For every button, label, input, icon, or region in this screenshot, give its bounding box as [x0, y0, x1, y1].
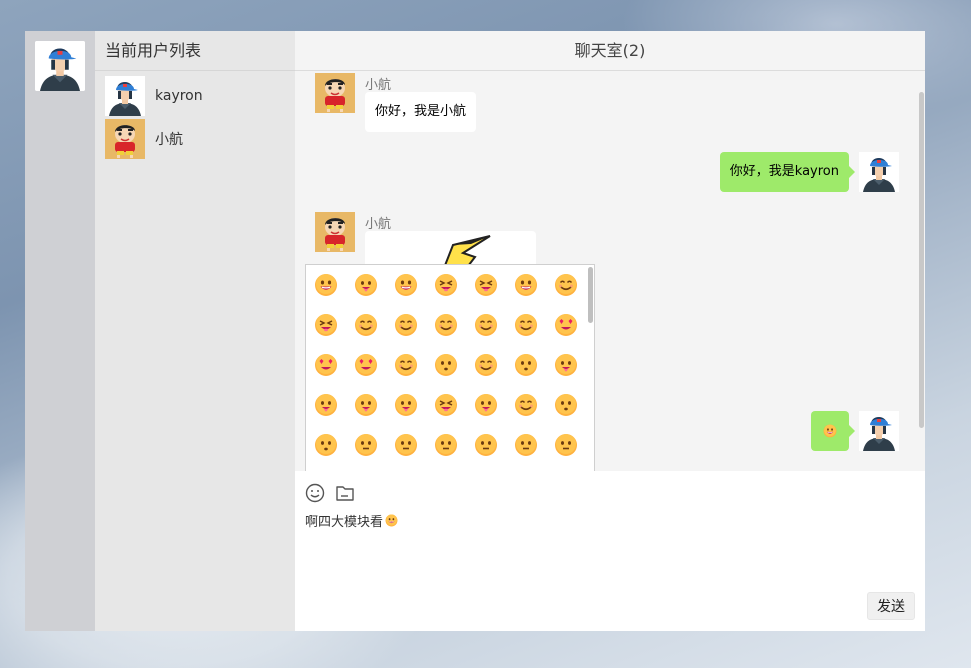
- crayon-shin-chan-avatar-icon: [315, 73, 355, 113]
- message-avatar[interactable]: [315, 212, 355, 252]
- winking-tongue-emoji-icon[interactable]: [354, 393, 378, 417]
- user-blue-cap-avatar-icon: [859, 152, 899, 192]
- crayon-shin-chan-avatar-icon: [105, 119, 145, 159]
- blowing-kiss-emoji-icon[interactable]: [394, 353, 418, 377]
- no-mouth-emoji-icon[interactable]: [554, 433, 578, 457]
- message-bubble: [811, 411, 855, 451]
- slightly-smiling-emoji-icon[interactable]: [354, 313, 378, 337]
- beaming-face-emoji-icon[interactable]: [434, 273, 458, 297]
- hearts-face-emoji-icon[interactable]: [554, 313, 578, 337]
- rolling-laughing-emoji-icon[interactable]: [554, 273, 578, 297]
- zany-face-emoji-icon[interactable]: [394, 393, 418, 417]
- star-struck-emoji-icon[interactable]: [354, 353, 378, 377]
- emoji-picker[interactable]: [305, 264, 595, 474]
- upside-down-face-emoji-icon[interactable]: [394, 313, 418, 337]
- message-sender: 小航: [365, 217, 392, 232]
- current-user-avatar[interactable]: [35, 41, 85, 91]
- user-name: 小航: [155, 132, 183, 148]
- user-avatar: [105, 76, 145, 116]
- smiling-eyes-emoji-icon[interactable]: [474, 313, 498, 337]
- chat-panel: 聊天室(2) 小航 你好，我是小航 你好，我是kayron 小航 啊四大模块看 …: [295, 31, 925, 631]
- message-avatar[interactable]: [859, 411, 899, 451]
- money-mouth-emoji-icon[interactable]: [474, 393, 498, 417]
- savoring-food-emoji-icon[interactable]: [554, 353, 578, 377]
- hugging-face-emoji-icon[interactable]: [514, 393, 538, 417]
- send-button[interactable]: 发送: [867, 592, 915, 620]
- message-bubble: 你好，我是kayron: [719, 152, 856, 192]
- user-list-panel: 当前用户列表 kayron 小航: [95, 31, 295, 631]
- halo-face-emoji-icon[interactable]: [514, 313, 538, 337]
- hand-over-mouth-emoji-icon[interactable]: [554, 393, 578, 417]
- message-avatar[interactable]: [315, 73, 355, 113]
- grinning-big-eyes-emoji-icon[interactable]: [354, 273, 378, 297]
- kissing-face-emoji-icon[interactable]: [434, 353, 458, 377]
- chat-app-window: 当前用户列表 kayron 小航 聊天室(2) 小航 你好，我是小航 你好，我是…: [25, 31, 925, 631]
- grinning-emoji-icon: [385, 514, 398, 527]
- grinning-sweat-emoji-icon[interactable]: [514, 273, 538, 297]
- zipper-mouth-emoji-icon[interactable]: [394, 433, 418, 457]
- left-rail: [25, 31, 95, 631]
- user-list-title: 当前用户列表: [95, 31, 295, 71]
- tears-of-joy-emoji-icon[interactable]: [314, 313, 338, 337]
- message-input[interactable]: 啊四大模块看: [305, 511, 398, 530]
- squinting-laughing-emoji-icon[interactable]: [474, 273, 498, 297]
- tongue-out-emoji-icon[interactable]: [314, 393, 338, 417]
- message-bubble: 你好，我是小航: [365, 92, 477, 132]
- crayon-shin-chan-avatar-icon: [315, 212, 355, 252]
- neutral-face-emoji-icon[interactable]: [474, 433, 498, 457]
- user-name: kayron: [155, 88, 203, 104]
- chat-room-title: 聊天室(2): [295, 31, 925, 71]
- grinning-smiling-eyes-emoji-icon[interactable]: [394, 273, 418, 297]
- thinking-face-emoji-icon[interactable]: [354, 433, 378, 457]
- grinning-face-emoji-icon[interactable]: [314, 273, 338, 297]
- message-avatar[interactable]: [859, 152, 899, 192]
- kissing-smiling-eyes-emoji-icon[interactable]: [514, 353, 538, 377]
- winking-face-emoji-icon[interactable]: [434, 313, 458, 337]
- user-list-item[interactable]: 小航: [105, 119, 285, 159]
- message-input-text: 啊四大模块看: [305, 515, 384, 530]
- squinting-tongue-emoji-icon[interactable]: [434, 393, 458, 417]
- kissing-closed-eyes-emoji-icon[interactable]: [474, 353, 498, 377]
- message-scrollbar[interactable]: [919, 92, 924, 428]
- expressionless-emoji-icon[interactable]: [514, 433, 538, 457]
- user-blue-cap-avatar-icon: [35, 41, 85, 91]
- message-sender: 小航: [365, 78, 392, 93]
- user-blue-cap-avatar-icon: [105, 76, 145, 116]
- user-avatar: [105, 119, 145, 159]
- user-blue-cap-avatar-icon: [859, 411, 899, 451]
- message-composer: 啊四大模块看 发送: [295, 471, 925, 631]
- smiling-face-emoji-icon: [823, 424, 837, 438]
- smiley-outline-icon[interactable]: [305, 483, 325, 503]
- shushing-face-emoji-icon[interactable]: [314, 433, 338, 457]
- emoji-picker-scrollbar[interactable]: [588, 267, 593, 323]
- folder-icon[interactable]: [335, 483, 355, 503]
- heart-eyes-emoji-icon[interactable]: [314, 353, 338, 377]
- user-list-item[interactable]: kayron: [105, 76, 285, 116]
- raised-eyebrow-emoji-icon[interactable]: [434, 433, 458, 457]
